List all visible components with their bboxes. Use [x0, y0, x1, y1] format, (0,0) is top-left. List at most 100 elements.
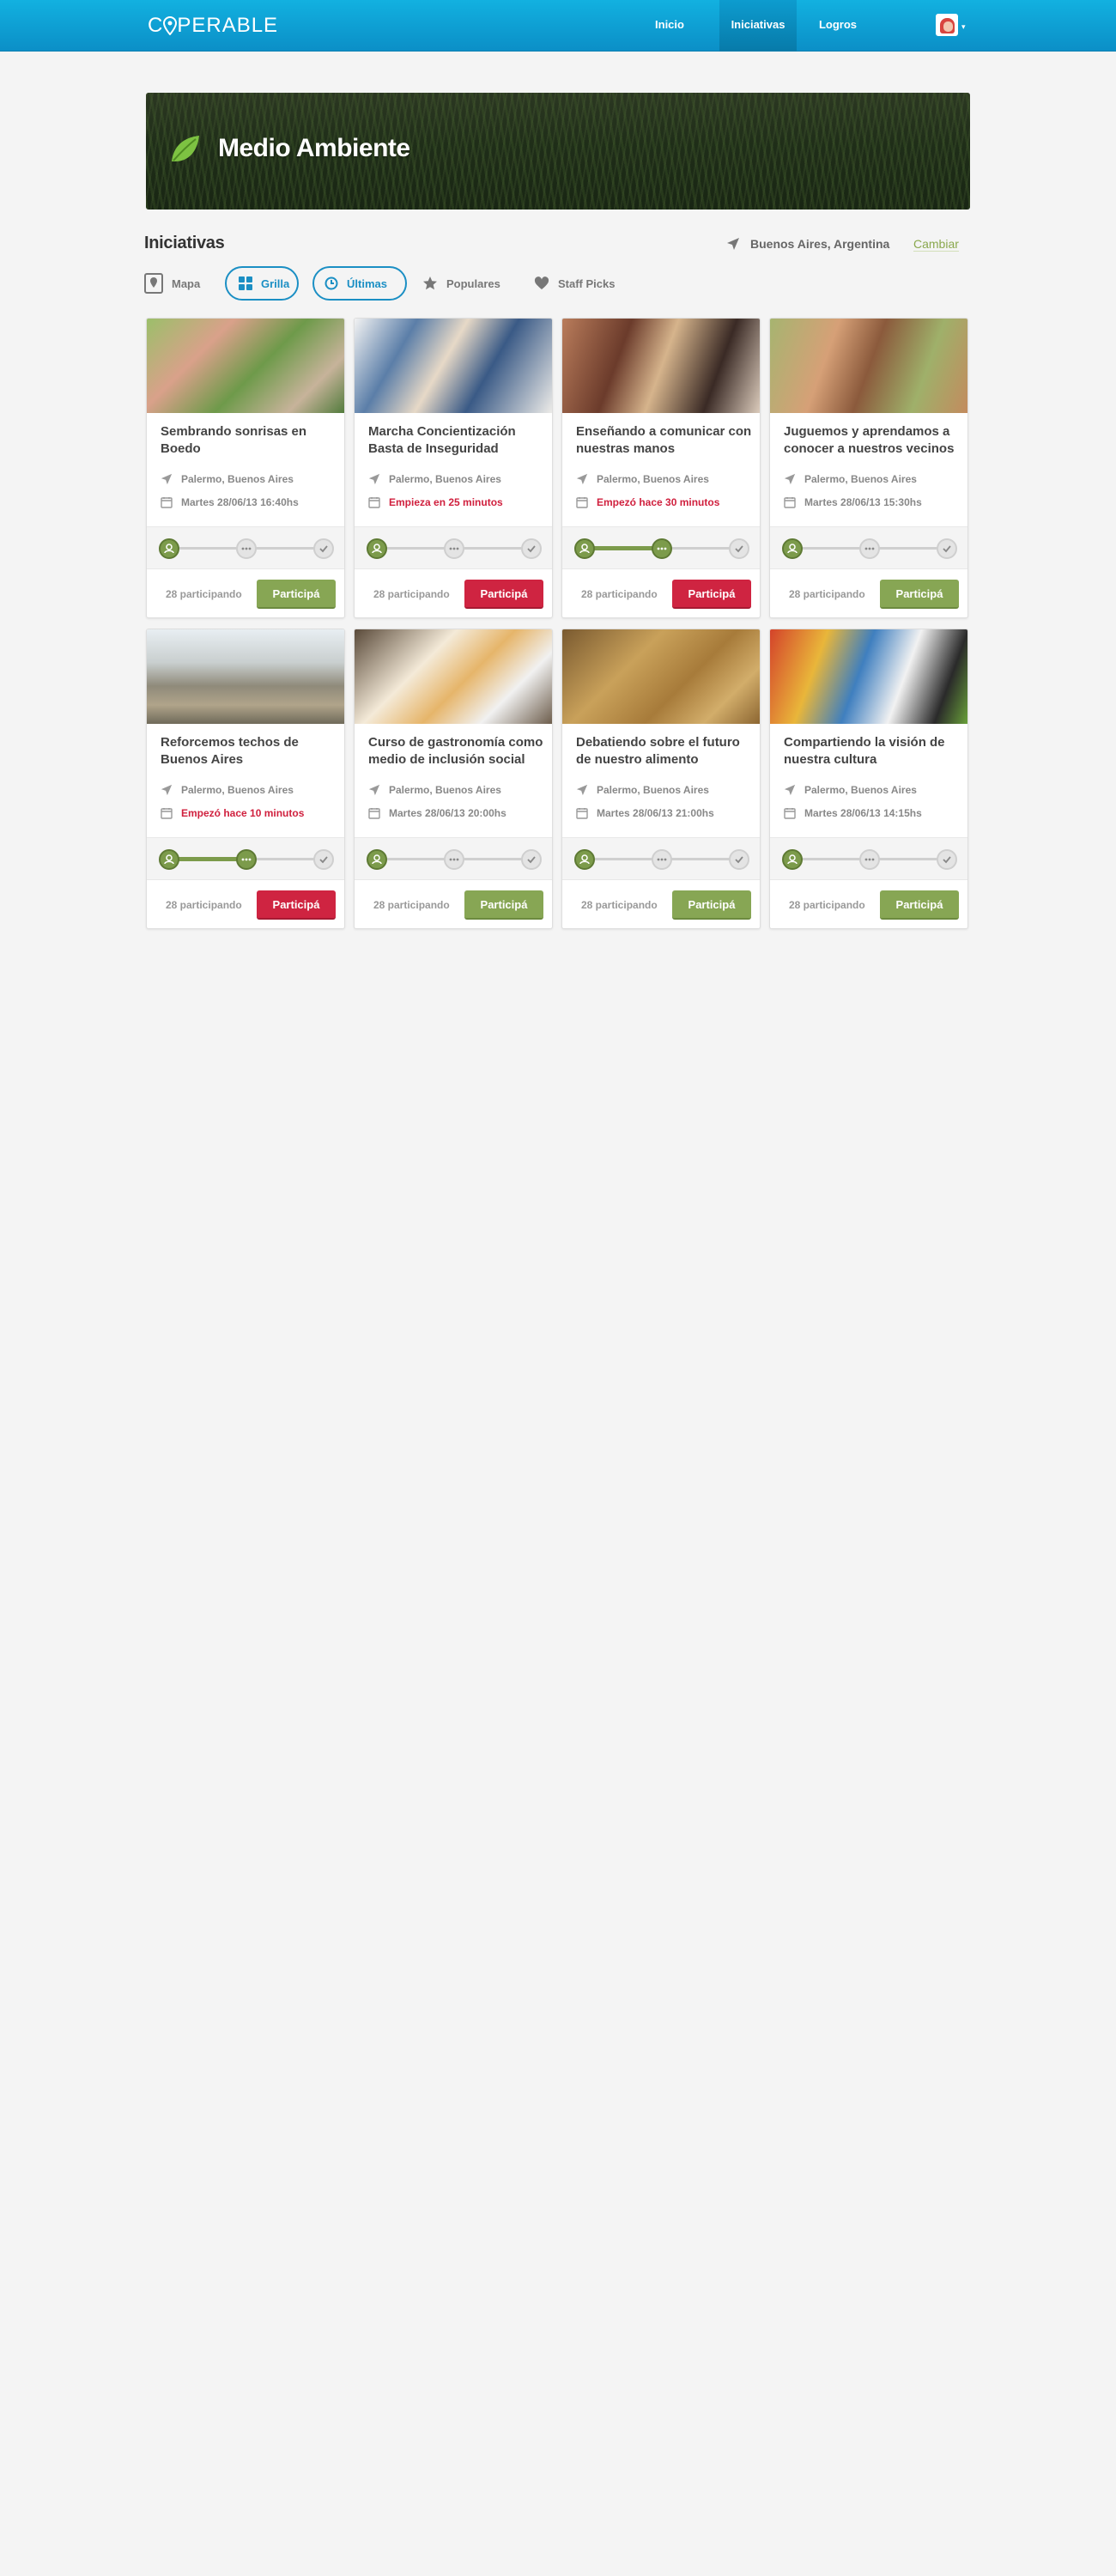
ellipsis-icon	[657, 858, 667, 861]
initiative-date-text: Empezó hace 30 minutos	[597, 496, 720, 508]
ellipsis-icon	[449, 547, 459, 550]
current-location: Buenos Aires, Argentina	[750, 237, 890, 251]
initiative-card[interactable]: Curso de gastronomía como medio de inclu…	[354, 629, 553, 929]
initiative-location-text: Palermo, Buenos Aires	[804, 784, 917, 796]
initiative-date: Martes 28/06/13 15:30hs	[784, 496, 922, 508]
participate-button[interactable]: Participá	[464, 580, 543, 609]
initiative-title[interactable]: Curso de gastronomía como medio de inclu…	[368, 734, 545, 769]
initiative-photo[interactable]	[355, 319, 552, 413]
participant-count: 28 participando	[581, 588, 658, 600]
location-arrow-icon	[368, 473, 380, 485]
participant-count: 28 participando	[789, 899, 865, 911]
ellipsis-icon	[449, 858, 459, 861]
initiative-date-text: Empezó hace 10 minutos	[181, 807, 305, 819]
initiative-card[interactable]: Marcha Concientización Basta de Inseguri…	[354, 318, 553, 618]
participate-button[interactable]: Participá	[257, 580, 336, 609]
ellipsis-icon	[864, 858, 875, 861]
initiative-title[interactable]: Juguemos y aprendamos a conocer a nuestr…	[784, 423, 961, 458]
nav-item-inicio[interactable]: Inicio	[646, 0, 694, 52]
initiative-title[interactable]: Enseñando a comunicar con nuestras manos	[576, 423, 753, 458]
participate-button[interactable]: Participá	[464, 890, 543, 920]
filter-grilla[interactable]: Grilla	[225, 266, 299, 301]
initiative-progress	[770, 837, 967, 880]
location-arrow-icon	[161, 473, 173, 485]
filter-staff-picks[interactable]: Staff Picks	[534, 266, 615, 301]
user-avatar[interactable]	[936, 14, 958, 36]
initiative-photo[interactable]	[770, 629, 967, 724]
initiative-photo[interactable]	[562, 319, 760, 413]
initiative-card[interactable]: Compartiendo la visión de nuestra cultur…	[769, 629, 968, 929]
progress-step-middle	[236, 538, 257, 559]
progress-step-end	[313, 538, 334, 559]
progress-step-end	[937, 849, 957, 870]
progress-step-middle	[859, 849, 880, 870]
calendar-icon	[576, 808, 588, 819]
change-location-link[interactable]: Cambiar	[913, 237, 959, 252]
initiative-location: Palermo, Buenos Aires	[784, 784, 917, 796]
person-icon	[579, 854, 590, 865]
leaf-icon	[172, 136, 199, 161]
location-arrow-icon	[161, 784, 173, 796]
initiative-location-text: Palermo, Buenos Aires	[804, 473, 917, 485]
initiative-progress	[355, 526, 552, 569]
initiative-date-text: Martes 28/06/13 21:00hs	[597, 807, 714, 819]
initiative-card[interactable]: Sembrando sonrisas en Boedo Palermo, Bue…	[146, 318, 345, 618]
initiative-photo[interactable]	[562, 629, 760, 724]
participate-button[interactable]: Participá	[672, 580, 751, 609]
person-icon	[164, 544, 174, 554]
initiative-progress	[562, 837, 760, 880]
nav-item-iniciativas[interactable]: Iniciativas	[719, 0, 797, 52]
initiative-location: Palermo, Buenos Aires	[161, 473, 294, 485]
initiative-date: Martes 28/06/13 14:15hs	[784, 807, 922, 819]
filter-populares-label: Populares	[446, 276, 500, 290]
top-navigation-bar: C PERABLE Inicio Iniciativas Logros ▾	[0, 0, 1116, 52]
heart-icon	[534, 276, 549, 289]
initiative-progress	[147, 526, 344, 569]
initiative-date: Martes 28/06/13 20:00hs	[368, 807, 506, 819]
progress-step-start	[782, 538, 803, 559]
initiative-photo[interactable]	[355, 629, 552, 724]
initiative-progress	[770, 526, 967, 569]
initiative-card[interactable]: Reforcemos techos de Buenos Aires Palerm…	[146, 629, 345, 929]
person-icon	[164, 854, 174, 865]
initiative-title[interactable]: Reforcemos techos de Buenos Aires	[161, 734, 337, 769]
filter-staff-picks-label: Staff Picks	[558, 276, 616, 290]
participate-button[interactable]: Participá	[880, 580, 959, 609]
initiative-progress	[562, 526, 760, 569]
ellipsis-icon	[657, 547, 667, 550]
initiative-photo[interactable]	[770, 319, 967, 413]
initiative-title[interactable]: Compartiendo la visión de nuestra cultur…	[784, 734, 961, 769]
initiative-footer: 28 participando Participá	[147, 880, 344, 928]
participate-button[interactable]: Participá	[257, 890, 336, 920]
participate-button[interactable]: Participá	[672, 890, 751, 920]
participate-button[interactable]: Participá	[880, 890, 959, 920]
initiative-date-text: Martes 28/06/13 20:00hs	[389, 807, 506, 819]
nav-item-logros[interactable]: Logros	[814, 0, 862, 52]
initiative-footer: 28 participando Participá	[562, 569, 760, 617]
checkmark-icon	[735, 856, 743, 864]
category-banner: Medio Ambiente	[146, 93, 970, 210]
filter-mapa[interactable]: Mapa	[144, 266, 200, 301]
initiative-location: Palermo, Buenos Aires	[576, 784, 709, 796]
initiative-date: Empieza en 25 minutos	[368, 496, 503, 508]
filter-populares[interactable]: Populares	[422, 266, 500, 301]
initiative-card[interactable]: Juguemos y aprendamos a conocer a nuestr…	[769, 318, 968, 618]
chevron-down-icon[interactable]: ▾	[961, 22, 966, 32]
location-arrow-icon	[368, 784, 380, 796]
filter-ultimas[interactable]: Últimas	[312, 266, 407, 301]
initiative-progress	[147, 837, 344, 880]
initiative-title[interactable]: Marcha Concientización Basta de Inseguri…	[368, 423, 545, 458]
initiative-photo[interactable]	[147, 319, 344, 413]
calendar-icon	[784, 497, 796, 508]
initiative-title[interactable]: Sembrando sonrisas en Boedo	[161, 423, 337, 458]
checkmark-icon	[319, 856, 328, 864]
initiative-card[interactable]: Debatiendo sobre el futuro de nuestro al…	[561, 629, 761, 929]
coperable-logo[interactable]: C PERABLE	[148, 14, 278, 38]
grid-icon	[239, 276, 252, 290]
initiative-title[interactable]: Debatiendo sobre el futuro de nuestro al…	[576, 734, 753, 769]
clock-icon	[324, 276, 338, 290]
initiative-date: Martes 28/06/13 21:00hs	[576, 807, 714, 819]
initiative-photo[interactable]	[147, 629, 344, 724]
location-arrow-icon	[784, 784, 796, 796]
initiative-card[interactable]: Enseñando a comunicar con nuestras manos…	[561, 318, 761, 618]
